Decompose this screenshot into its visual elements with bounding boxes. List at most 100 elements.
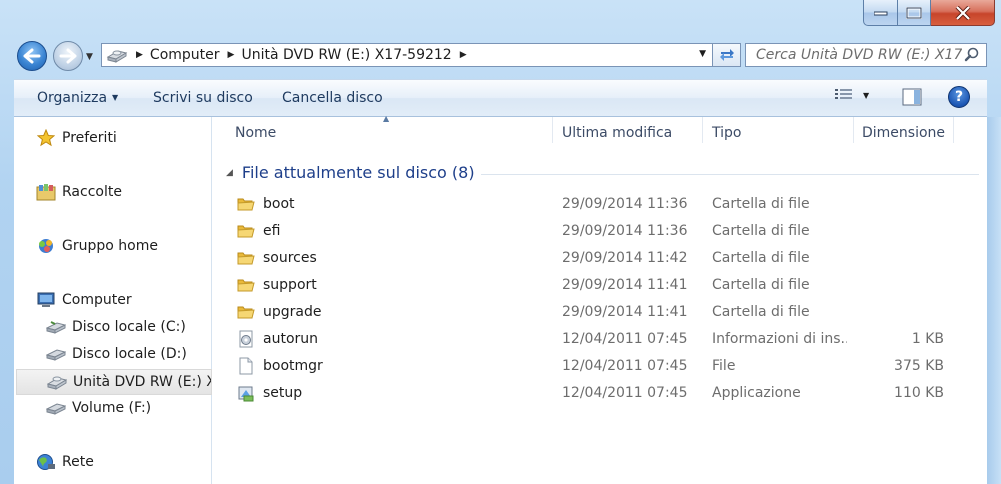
preview-pane-button[interactable] bbox=[902, 88, 922, 110]
file-modified: 12/04/2011 07:45 bbox=[562, 331, 688, 347]
file-name: bootmgr bbox=[263, 358, 323, 374]
file-icon bbox=[237, 357, 255, 375]
file-modified: 12/04/2011 07:45 bbox=[562, 358, 688, 374]
file-name: upgrade bbox=[263, 304, 322, 320]
file-row[interactable]: sources 29/09/2014 11:42 Cartella di fil… bbox=[235, 246, 975, 273]
file-row[interactable]: autorun 12/04/2011 07:45 Informazioni di… bbox=[235, 327, 975, 354]
dvd-drive-icon bbox=[106, 50, 128, 63]
removable-drive-icon bbox=[46, 403, 66, 415]
star-icon bbox=[37, 129, 55, 147]
file-type: Cartella di file bbox=[712, 277, 810, 293]
organize-label: Organizza bbox=[37, 90, 108, 106]
refresh-button[interactable] bbox=[713, 43, 741, 67]
minimize-icon bbox=[873, 11, 887, 15]
file-type: Informazioni di ins... bbox=[712, 331, 847, 347]
file-modified: 29/09/2014 11:41 bbox=[562, 304, 688, 320]
maximize-icon bbox=[906, 6, 922, 19]
refresh-icon bbox=[719, 49, 734, 61]
folder-icon bbox=[237, 303, 255, 321]
address-bar[interactable]: ▶ Computer ▶ Unità DVD RW (E:) X17-59212… bbox=[101, 43, 713, 67]
column-divider[interactable] bbox=[953, 117, 954, 143]
file-row[interactable]: efi 29/09/2014 11:36 Cartella di file bbox=[235, 219, 975, 246]
explorer-window: ▼ ▶ Computer ▶ Unità DVD RW (E:) X17-592… bbox=[0, 0, 1001, 484]
file-name: setup bbox=[263, 385, 303, 401]
maximize-button[interactable] bbox=[898, 0, 931, 26]
column-header-type[interactable]: Tipo bbox=[712, 125, 741, 141]
file-name: efi bbox=[263, 223, 281, 239]
file-row[interactable]: bootmgr 12/04/2011 07:45 File 375 KB bbox=[235, 354, 975, 381]
column-header-modified[interactable]: Ultima modifica bbox=[562, 125, 672, 141]
sidebar-item-drive-e[interactable]: Unità DVD RW (E:) X17-59212 bbox=[16, 369, 212, 395]
group-title: File attualmente sul disco (8) bbox=[241, 163, 475, 182]
file-type: Cartella di file bbox=[712, 304, 810, 320]
search-icon[interactable] bbox=[964, 47, 980, 63]
breadcrumb-computer[interactable]: Computer bbox=[150, 47, 220, 63]
preview-pane-icon bbox=[902, 88, 922, 106]
sidebar-item-label: Volume (F:) bbox=[72, 400, 152, 416]
minimize-button[interactable] bbox=[863, 0, 898, 26]
close-button[interactable] bbox=[931, 0, 995, 26]
change-view-button[interactable]: ▼ bbox=[835, 88, 869, 102]
sidebar-item-drive-d[interactable]: Disco locale (D:) bbox=[46, 345, 187, 363]
file-row[interactable]: upgrade 29/09/2014 11:41 Cartella di fil… bbox=[235, 300, 975, 327]
folder-icon bbox=[237, 249, 255, 267]
details-view-icon bbox=[835, 89, 852, 99]
file-modified: 29/09/2014 11:36 bbox=[562, 196, 688, 212]
sidebar-item-drive-c[interactable]: Disco locale (C:) bbox=[46, 318, 186, 336]
file-type: Cartella di file bbox=[712, 196, 810, 212]
file-type: Cartella di file bbox=[712, 223, 810, 239]
sidebar-item-network[interactable]: Rete bbox=[36, 453, 94, 471]
setup-info-icon bbox=[237, 330, 255, 348]
libraries-icon bbox=[36, 184, 56, 201]
group-divider bbox=[481, 174, 979, 175]
file-type: Applicazione bbox=[712, 385, 801, 401]
navigation-bar: ▼ ▶ Computer ▶ Unità DVD RW (E:) X17-592… bbox=[0, 38, 1001, 74]
collapse-triangle-icon[interactable]: ◢ bbox=[226, 168, 233, 178]
forward-button[interactable] bbox=[53, 41, 83, 71]
sidebar-item-libraries[interactable]: Raccolte bbox=[36, 183, 122, 201]
file-row[interactable]: boot 29/09/2014 11:36 Cartella di file bbox=[235, 192, 975, 219]
column-header-size[interactable]: Dimensione bbox=[862, 125, 945, 141]
arrow-left-icon bbox=[23, 48, 41, 64]
sidebar-item-label: Disco locale (C:) bbox=[72, 319, 186, 335]
hard-drive-icon bbox=[46, 321, 66, 334]
dvd-drive-icon bbox=[47, 376, 67, 390]
search-box[interactable] bbox=[745, 43, 987, 67]
column-divider[interactable] bbox=[552, 117, 553, 143]
help-button[interactable]: ? bbox=[948, 86, 970, 108]
back-button[interactable] bbox=[17, 41, 47, 71]
file-row[interactable]: support 29/09/2014 11:41 Cartella di fil… bbox=[235, 273, 975, 300]
sidebar-item-computer[interactable]: Computer bbox=[36, 291, 132, 309]
breadcrumb-dvd-drive[interactable]: Unità DVD RW (E:) X17-59212 bbox=[241, 47, 451, 63]
chevron-down-icon: ▼ bbox=[863, 90, 870, 100]
burn-to-disc-button[interactable]: Scrivi su disco bbox=[153, 90, 253, 106]
help-icon: ? bbox=[954, 89, 964, 105]
sidebar-item-label: Computer bbox=[62, 292, 132, 308]
hard-drive-icon bbox=[46, 349, 66, 361]
sidebar-item-label: Rete bbox=[62, 454, 94, 470]
column-divider[interactable] bbox=[853, 117, 854, 143]
breadcrumb-chevron-icon[interactable]: ▶ bbox=[460, 50, 467, 60]
file-size: 375 KB bbox=[894, 358, 944, 374]
breadcrumb-chevron-icon[interactable]: ▶ bbox=[228, 50, 235, 60]
sidebar-item-favorites[interactable]: Preferiti bbox=[36, 129, 117, 147]
sidebar-item-label: Unità DVD RW (E:) X17-59212 bbox=[73, 374, 211, 390]
sidebar-item-drive-f[interactable]: Volume (F:) bbox=[46, 399, 151, 417]
file-size: 1 KB bbox=[911, 331, 944, 347]
organize-button[interactable]: Organizza ▼ bbox=[37, 90, 118, 106]
group-header[interactable]: ◢ File attualmente sul disco (8) bbox=[226, 163, 475, 182]
column-divider[interactable] bbox=[702, 117, 703, 143]
column-header-name[interactable]: Nome bbox=[235, 125, 276, 141]
sidebar-item-homegroup[interactable]: Gruppo home bbox=[36, 237, 158, 255]
network-icon bbox=[37, 454, 55, 470]
erase-disc-button[interactable]: Cancella disco bbox=[282, 90, 383, 106]
recent-pages-dropdown[interactable]: ▼ bbox=[86, 52, 93, 62]
file-modified: 12/04/2011 07:45 bbox=[562, 385, 688, 401]
file-name: autorun bbox=[263, 331, 319, 347]
breadcrumb-chevron-icon[interactable]: ▶ bbox=[136, 50, 143, 60]
search-input[interactable] bbox=[754, 46, 964, 64]
address-history-dropdown[interactable]: ▼ bbox=[699, 49, 706, 59]
close-icon bbox=[955, 5, 970, 20]
window-border-right bbox=[987, 117, 1001, 484]
file-row[interactable]: setup 12/04/2011 07:45 Applicazione 110 … bbox=[235, 381, 975, 408]
